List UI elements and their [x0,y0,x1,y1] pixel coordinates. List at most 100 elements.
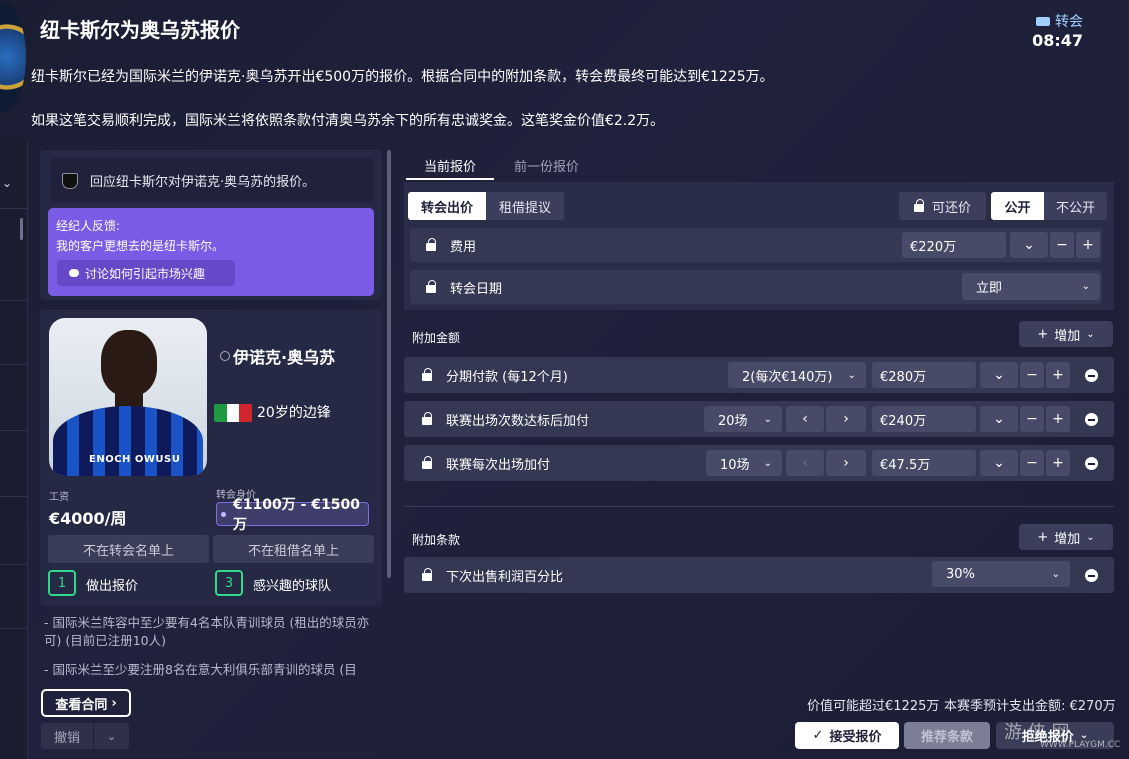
italian-trained-rule-note: - 国际米兰至少要注册8名在意大利俱乐部青训的球员 (目 [44,662,357,677]
per-appearance-row: 联赛每次出场加付 10场 ⌄ ‹ › €47.5万 ⌄ − + [404,445,1114,481]
lock-icon[interactable] [422,568,432,581]
public-option[interactable]: 公开 [991,192,1044,220]
check-icon: ✓ [812,728,824,743]
chevron-down-icon: ⌄ [1051,568,1060,580]
chevron-down-icon: ⌄ [763,457,772,469]
tab-current-offer[interactable]: 当前报价 [406,156,494,180]
plus-icon: + [1037,326,1049,342]
window-tag: 转会 [1036,11,1083,31]
sell-on-select[interactable]: 30% ⌄ [932,561,1070,587]
max-value-text: 价值可能超过€1225万 [807,699,940,714]
sell-on-label: 下次出售利润百分比 [446,569,564,585]
view-contract-button[interactable]: 查看合同 › [41,689,131,717]
negotiable-option[interactable]: 可还价 [899,192,986,220]
appearances-milestone-increase-button[interactable]: + [1046,406,1070,432]
accept-offer-label: 接受报价 [829,730,882,745]
sidebar-divider [0,364,28,365]
discuss-market-interest-button[interactable]: 讨论如何引起市场兴趣 [57,260,235,286]
transfer-list-status[interactable]: 不在转会名单上 [48,535,209,563]
fee-increase-button[interactable]: + [1076,232,1100,258]
interested-clubs-label: 感兴趣的球队 [253,579,332,594]
club-logo [0,2,26,112]
previous-arrow-button[interactable]: ‹ [786,450,824,476]
lock-icon[interactable] [426,238,436,251]
wage-value: €4000/周 [49,509,127,528]
per-appearance-dropdown[interactable]: ⌄ [980,450,1018,476]
remove-circle-icon[interactable] [1085,569,1098,582]
season-cost-text: 本赛季预计支出金额: €270万 [944,699,1116,714]
per-appearance-value: 10场 [720,457,750,473]
lock-icon[interactable] [422,456,432,469]
fee-label: 费用 [450,239,477,255]
offer-description: 纽卡斯尔已经为国际米兰的伊诺克·奥乌苏开出€500万的报价。根据合同中的附加条款… [31,69,774,85]
appearances-milestone-dropdown[interactable]: ⌄ [980,406,1018,432]
italy-flag-icon [214,404,252,422]
lock-icon[interactable] [422,368,432,381]
transfer-date-label: 转会日期 [450,281,503,297]
sidebar-divider [0,496,28,497]
transfer-offer-option[interactable]: 转会出价 [408,192,486,220]
add-clause-label: 增加 [1054,531,1081,547]
lock-icon[interactable] [422,412,432,425]
previous-arrow-button[interactable]: ‹ [786,406,824,432]
negotiable-label: 可还价 [931,200,971,216]
remove-circle-icon[interactable] [1085,369,1098,382]
player-role: 20岁的边锋 [257,405,331,421]
installments-decrease-button[interactable]: − [1020,362,1044,388]
fee-input[interactable]: €220万 [902,232,1006,258]
private-option[interactable]: 不公开 [1044,192,1107,220]
installments-dropdown[interactable]: ⌄ [980,362,1018,388]
window-tag-label: 转会 [1055,14,1083,30]
remove-circle-icon[interactable] [1085,457,1098,470]
respond-heading-text: 回应纽卡斯尔对伊诺克·奥乌苏的报价。 [90,174,316,190]
appearances-milestone-label: 联赛出场次数达标后加付 [446,413,590,429]
sell-on-value: 30% [946,566,975,582]
chevron-down-icon: ⌄ [847,369,856,381]
appearances-milestone-decrease-button[interactable]: − [1020,406,1044,432]
chevron-down-icon[interactable]: ⌄ [2,176,12,190]
loan-offer-option[interactable]: 租借提议 [486,192,564,220]
per-appearance-increase-button[interactable]: + [1046,450,1070,476]
per-appearance-amount[interactable]: €47.5万 [872,450,976,476]
per-appearance-decrease-button[interactable]: − [1020,450,1044,476]
page-title: 纽卡斯尔为奥乌苏报价 [40,18,240,42]
fee-dropdown[interactable]: ⌄ [1010,232,1048,258]
visibility-toggle: 公开 不公开 [991,192,1107,220]
installments-increase-button[interactable]: + [1046,362,1070,388]
sell-on-row: 下次出售利润百分比 30% ⌄ [404,557,1114,593]
accept-offer-button[interactable]: ✓ 接受报价 [795,722,899,749]
tab-previous-offer[interactable]: 前一份报价 [514,156,579,175]
installments-amount[interactable]: €280万 [872,362,976,388]
chevron-down-icon: ⌄ [763,413,772,425]
installments-selector-value: 2(每次€140万) [742,369,833,385]
interested-clubs-count: 3 [215,570,243,596]
next-arrow-button[interactable]: › [826,406,866,432]
sidebar-divider [0,628,28,629]
next-arrow-button[interactable]: › [826,450,866,476]
left-panel-scrollbar[interactable] [387,150,391,578]
add-clause-button[interactable]: + 增加 ⌄ [1019,524,1113,550]
add-addon-button[interactable]: + 增加 ⌄ [1019,321,1113,347]
chevron-right-icon: › [111,695,117,711]
loyalty-bonus-description: 如果这笔交易顺利完成，国际米兰将依照条款付清奥乌苏余下的所有忠诚奖金。这笔奖金价… [31,113,665,129]
chevron-down-icon: ⌄ [1086,531,1095,543]
appearances-milestone-select[interactable]: 20场 ⌄ [704,406,782,432]
loan-list-status[interactable]: 不在租借名单上 [213,535,374,563]
transfer-date-select[interactable]: 立即 ⌄ [962,273,1100,300]
player-name[interactable]: 伊诺克·奥乌苏 [220,344,335,368]
lock-icon[interactable] [426,280,436,293]
offers-label: 做出报价 [86,579,139,594]
recommend-terms-button[interactable]: 推荐条款 [904,722,990,749]
remove-circle-icon[interactable] [1085,413,1098,426]
player-photo-shirt-name: ENOCH OWUSU [89,454,181,465]
chevron-down-icon[interactable]: ⌄ [94,730,129,743]
per-appearance-select[interactable]: 10场 ⌄ [706,450,782,476]
installments-select[interactable]: 2(每次€140万) ⌄ [728,362,866,388]
player-photo: ENOCH OWUSU [49,318,207,476]
sidebar-divider [0,208,28,209]
sidebar-scrollbar[interactable] [20,218,23,240]
cancel-button[interactable]: 撤销 ⌄ [41,723,129,749]
appearances-milestone-amount[interactable]: €240万 [872,406,976,432]
respond-heading: 回应纽卡斯尔对伊诺克·奥乌苏的报价。 [50,158,374,202]
fee-decrease-button[interactable]: − [1050,232,1074,258]
